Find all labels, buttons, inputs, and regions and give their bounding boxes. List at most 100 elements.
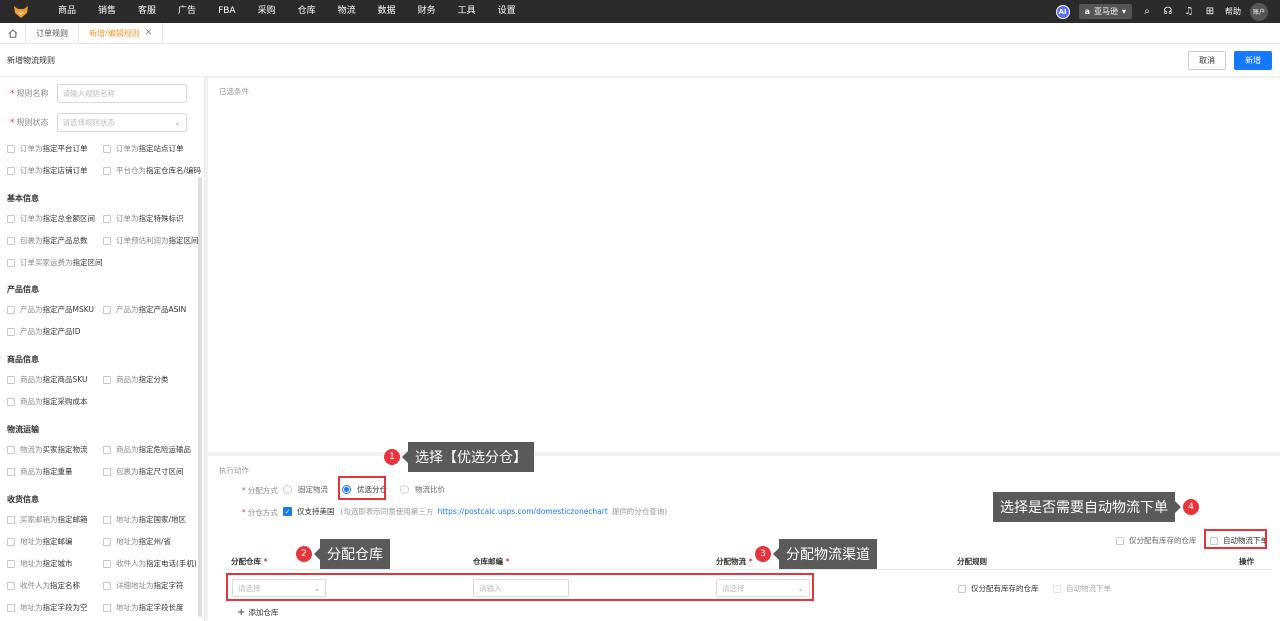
condition-checkbox[interactable]: 包裹为 指定尺寸区间 <box>103 466 184 477</box>
condition-target: 指定城市 <box>42 559 73 568</box>
callout-1: 1 选择【优选分仓】 <box>384 442 534 472</box>
search-icon[interactable]: ⌕ <box>1141 6 1153 17</box>
tab-edit-rule[interactable]: 新增/编辑规则 ✕ <box>79 22 164 44</box>
us-only-label: 仅支持美国 <box>297 507 335 516</box>
close-icon[interactable]: ✕ <box>145 23 153 44</box>
checkbox-icon <box>103 375 111 384</box>
avatar[interactable]: 账户 <box>1250 2 1268 21</box>
condition-checkbox[interactable]: 产品为 指定产品MSKU <box>7 304 94 315</box>
selected-conditions-title: 已选条件 <box>219 87 249 96</box>
radio-logistics-compare[interactable]: 物流比价 <box>400 484 445 495</box>
condition-checkbox[interactable]: 平台仓为 指定仓库名/编码 <box>103 165 201 176</box>
condition-checkbox[interactable]: 包裹为 指定产品总数 <box>7 235 88 246</box>
alloc-mode-label: * 分配方式 <box>242 486 278 495</box>
condition-checkbox[interactable]: 订单为 指定站点订单 <box>103 143 184 154</box>
highlight-box-auto-order <box>1204 529 1267 549</box>
condition-checkbox[interactable]: 收件人为 指定电话(手机) <box>103 558 197 569</box>
nav-item[interactable]: 物流 <box>327 0 367 23</box>
condition-prefix: 包裹为 <box>20 236 43 245</box>
condition-prefix: 订单预估利润为 <box>116 236 169 245</box>
checkbox-icon <box>103 166 111 175</box>
nav-item[interactable]: 销售 <box>87 0 127 23</box>
callout-2: 2 分配仓库 <box>296 539 390 569</box>
rule-name-label: 规则名称 <box>16 89 49 98</box>
split-note-pre: (勾选即表示同意使用第三方 <box>340 507 434 516</box>
nav-item[interactable]: 采购 <box>247 0 287 23</box>
help-link[interactable]: 帮助 <box>1225 6 1241 17</box>
submit-button[interactable]: 新增 <box>1234 50 1272 70</box>
cancel-button[interactable]: 取消 <box>1188 50 1226 70</box>
us-only-checkbox[interactable]: ✓ 仅支持美国 (勾选即表示同意使用第三方 https://postcalc.u… <box>283 506 667 517</box>
condition-checkbox[interactable]: 地址为 指定字段为空 <box>7 602 88 613</box>
ai-assistant-icon[interactable]: AI <box>1055 4 1070 19</box>
store-select-label: 亚马逊 <box>1093 7 1118 16</box>
nav-item[interactable]: 财务 <box>407 0 447 23</box>
condition-target: 指定总金额区间 <box>42 214 96 223</box>
condition-checkbox[interactable]: 商品为 指定商品SKU <box>7 374 87 385</box>
callout-text: 分配物流渠道 <box>773 539 877 569</box>
condition-checkbox[interactable]: 订单为 指定总金额区间 <box>7 213 95 224</box>
col-rule: 分配规则 <box>957 557 987 566</box>
row-only-stock-checkbox[interactable]: 仅分配有库存的仓库 <box>958 583 1039 594</box>
section-title: 收货信息 <box>7 495 39 504</box>
condition-checkbox[interactable]: 地址为 指定城市 <box>7 558 73 569</box>
condition-target: 指定产品ID <box>42 327 81 336</box>
condition-checkbox[interactable]: 订单买家运费为 指定区间 <box>7 257 103 268</box>
section-title: 产品信息 <box>7 285 39 294</box>
callout-number: 2 <box>296 546 312 562</box>
condition-checkbox[interactable]: 订单为 指定店铺订单 <box>7 165 88 176</box>
condition-checkbox[interactable]: 商品为 指定重量 <box>7 466 73 477</box>
condition-checkbox[interactable]: 产品为 指定产品ASIN <box>103 304 186 315</box>
only-stock-header-checkbox[interactable]: 仅分配有库存的仓库 <box>1116 535 1197 546</box>
condition-checkbox[interactable]: 订单为 指定特殊标识 <box>103 213 184 224</box>
checkbox-icon <box>103 445 111 454</box>
condition-checkbox[interactable]: 地址为 指定国家/地区 <box>103 514 186 525</box>
condition-prefix: 地址为 <box>116 537 139 546</box>
condition-checkbox[interactable]: 商品为 指定分类 <box>103 374 169 385</box>
condition-checkbox[interactable]: 买家邮箱为 指定邮箱 <box>7 514 88 525</box>
apps-grid-icon[interactable]: ⊞ <box>1204 6 1216 17</box>
required-mark: * <box>10 117 15 128</box>
nav-item[interactable]: 设置 <box>487 0 527 23</box>
chevron-down-icon: ⌄ <box>174 118 181 127</box>
headset-icon[interactable]: ☊ <box>1162 6 1174 17</box>
nav-item[interactable]: FBA <box>207 0 247 23</box>
condition-checkbox[interactable]: 商品为 指定危险运输品 <box>103 444 191 455</box>
rule-status-select[interactable]: 请选择规则状态 ⌄ <box>56 113 187 132</box>
sidebar-scrollbar[interactable] <box>198 177 202 617</box>
condition-checkbox[interactable]: 收件人为 指定名称 <box>7 580 80 591</box>
tab-order-rules[interactable]: 订单规则 <box>26 22 79 44</box>
condition-checkbox[interactable]: 产品为 指定产品ID <box>7 326 81 337</box>
condition-checkbox[interactable]: 订单为 指定平台订单 <box>7 143 88 154</box>
checkbox-icon <box>103 515 111 524</box>
condition-checkbox[interactable]: 地址为 指定字段长度 <box>103 602 184 613</box>
condition-target: 指定产品总数 <box>42 236 88 245</box>
nav-item[interactable]: 工具 <box>447 0 487 23</box>
rule-name-input[interactable]: 请输入规则名称 <box>56 84 187 103</box>
home-tab[interactable] <box>0 22 26 44</box>
checkbox-icon <box>7 214 15 223</box>
usps-link[interactable]: https://postcalc.usps.com/domesticzonech… <box>437 507 607 516</box>
nav-item[interactable]: 商品 <box>47 0 87 23</box>
nav-item[interactable]: 广告 <box>167 0 207 23</box>
nav-item[interactable]: 数据 <box>367 0 407 23</box>
required-mark: * <box>10 88 15 99</box>
condition-checkbox[interactable]: 物流为 买家指定物流 <box>7 444 88 455</box>
fox-logo-icon[interactable] <box>10 4 32 20</box>
radio-fixed-logistics[interactable]: 固定物流 <box>283 484 328 495</box>
checkbox-icon <box>103 467 111 476</box>
condition-checkbox[interactable]: 地址为 指定邮编 <box>7 536 73 547</box>
bell-icon[interactable]: ♫ <box>1183 6 1195 17</box>
condition-target: 指定邮箱 <box>57 515 88 524</box>
store-select[interactable]: a 亚马逊 ▾ <box>1078 4 1132 19</box>
nav-item[interactable]: 客服 <box>127 0 167 23</box>
condition-checkbox[interactable]: 详细地址为 指定字符 <box>103 580 184 591</box>
row-auto-order-checkbox[interactable]: 自动物流下单 <box>1053 583 1111 594</box>
condition-checkbox[interactable]: 地址为 指定州/省 <box>103 536 171 547</box>
nav-item[interactable]: 仓库 <box>287 0 327 23</box>
condition-checkbox[interactable]: 订单预估利润为 指定区间 <box>103 235 199 246</box>
condition-checkbox[interactable]: 商品为 指定采购成本 <box>7 396 88 407</box>
callout-number: 1 <box>384 449 400 465</box>
rule-status-row: * 规则状态 请选择规则状态 ⌄ <box>10 113 187 132</box>
add-warehouse-button[interactable]: + 添加仓库 <box>237 607 278 618</box>
